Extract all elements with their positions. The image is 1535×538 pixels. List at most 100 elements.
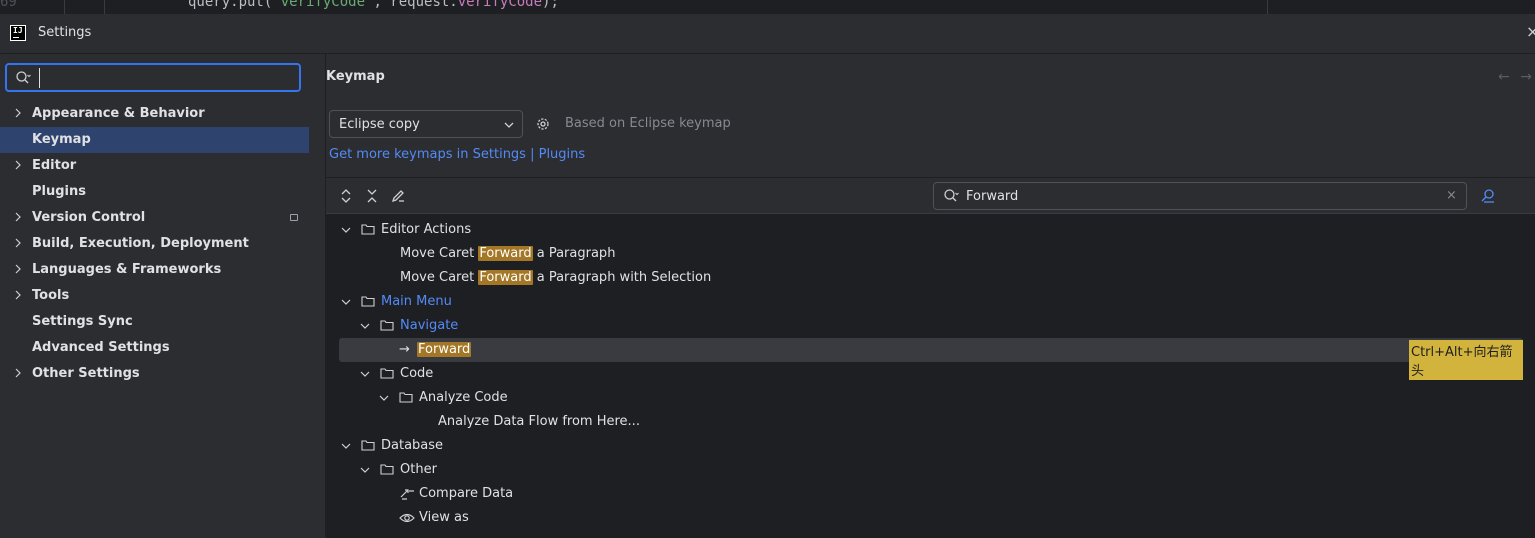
chevron-down-icon — [504, 122, 514, 128]
tree-row[interactable]: Compare Data — [326, 482, 1535, 506]
chevron-down-icon[interactable] — [341, 441, 351, 451]
tree-label: Compare Data — [419, 486, 514, 501]
line-number: 69 — [0, 0, 17, 10]
search-highlight: Forward — [417, 342, 472, 357]
sidebar-item-label: Version Control — [32, 210, 146, 225]
tree-row[interactable]: Move Caret Forward a Paragraph with Sele… — [326, 266, 1535, 290]
page-title: Keymap — [326, 69, 385, 84]
settings-sidebar: Appearance & Behavior Keymap Editor Plugins… — [0, 54, 309, 537]
sidebar-item-other-settings[interactable]: Other Settings — [0, 361, 309, 387]
chevron-down-icon[interactable] — [360, 369, 370, 379]
tree-row[interactable]: Navigate — [326, 314, 1535, 338]
tree-label: Code — [400, 366, 434, 381]
tree-label: Navigate — [400, 318, 459, 333]
sidebar-item-settings-sync[interactable]: Settings Sync — [0, 309, 309, 335]
keymap-panel: Keymap ← → Eclipse copy Based on Eclipse… — [326, 54, 1535, 538]
sidebar-item-label: Tools — [32, 288, 70, 303]
tree-row[interactable]: View as — [326, 506, 1535, 530]
close-button[interactable]: × — [1526, 22, 1535, 41]
edit-pencil-icon[interactable] — [390, 188, 406, 204]
sidebar-item-plugins[interactable]: Plugins — [0, 179, 309, 205]
chevron-down-icon[interactable] — [341, 225, 351, 235]
tree-row[interactable]: Code — [326, 362, 1535, 386]
chevron-down-icon[interactable] — [360, 321, 370, 331]
keymap-selected-value: Eclipse copy — [339, 117, 420, 132]
chevron-down-icon[interactable] — [341, 297, 351, 307]
tree-row[interactable]: Analyze Data Flow from Here... — [326, 410, 1535, 434]
chevron-right-icon[interactable] — [13, 160, 23, 170]
tree-row[interactable]: Other — [326, 458, 1535, 482]
sidebar-item-languages-and-frameworks[interactable]: Languages & Frameworks — [0, 257, 309, 283]
sidebar-item-label: Settings Sync — [32, 314, 133, 329]
search-icon — [16, 71, 31, 84]
sidebar-item-label: Other Settings — [32, 366, 140, 381]
dialog-titlebar: IJ Settings × — [0, 14, 1535, 54]
eye-icon — [399, 513, 415, 523]
back-arrow-icon[interactable]: ← — [1498, 69, 1510, 85]
project-scope-icon — [290, 214, 298, 221]
keymap-action-tree: Editor Actions Move Caret Forward a Para… — [326, 213, 1535, 538]
sidebar-item-editor[interactable]: Editor — [0, 153, 309, 179]
tree-row-selected[interactable]: → Forward Ctrl+Alt+向右箭头 — [339, 338, 1523, 380]
tree-label: Analyze Data Flow from Here... — [438, 414, 640, 429]
tree-label: Move Caret Forward a Paragraph with Sele… — [400, 270, 712, 285]
sidebar-item-label: Keymap — [32, 132, 91, 147]
sidebar-item-label: Editor — [32, 158, 77, 173]
keymap-dropdown[interactable]: Eclipse copy — [329, 110, 523, 138]
sidebar-item-label: Advanced Settings — [32, 340, 170, 355]
folder-icon — [380, 368, 394, 379]
folder-icon — [380, 464, 394, 475]
sidebar-item-appearance-and-behavior[interactable]: Appearance & Behavior — [0, 101, 309, 127]
sidebar-item-tools[interactable]: Tools — [0, 283, 309, 309]
sidebar-item-version-control[interactable]: Version Control — [0, 205, 309, 231]
chevron-down-icon[interactable] — [379, 393, 389, 403]
tree-label: Editor Actions — [381, 222, 472, 237]
tree-label: Other — [400, 462, 437, 477]
folder-icon — [380, 320, 394, 331]
collapse-all-icon[interactable] — [364, 188, 380, 204]
tree-row[interactable]: Move Caret Forward a Paragraph — [326, 242, 1535, 266]
settings-search-box[interactable] — [5, 63, 301, 92]
tree-row[interactable]: Editor Actions — [326, 218, 1535, 242]
forward-arrow-icon[interactable]: → — [1520, 69, 1532, 85]
folder-icon — [399, 392, 413, 403]
folder-icon — [361, 296, 375, 307]
gear-icon[interactable] — [535, 116, 551, 132]
action-filter-box[interactable]: × — [933, 182, 1467, 210]
tree-row[interactable]: Database — [326, 434, 1535, 458]
sidebar-item-label: Build, Execution, Deployment — [32, 236, 249, 251]
chevron-right-icon[interactable] — [13, 368, 23, 378]
find-by-shortcut-icon[interactable] — [1480, 188, 1496, 204]
clear-icon[interactable]: × — [1446, 188, 1457, 203]
folder-icon — [361, 440, 375, 451]
chevron-right-icon[interactable] — [13, 108, 23, 118]
sidebar-item-label: Appearance & Behavior — [32, 106, 205, 121]
chevron-right-icon[interactable] — [13, 238, 23, 248]
sidebar-item-keymap[interactable]: Keymap — [0, 127, 309, 153]
get-more-keymaps-link[interactable]: Get more keymaps in Settings | Plugins — [329, 147, 585, 162]
action-filter-input[interactable] — [966, 188, 1436, 205]
dialog-title: Settings — [38, 25, 92, 40]
tree-row[interactable]: Main Menu — [326, 290, 1535, 314]
history-nav: ← → — [1498, 69, 1532, 85]
tree-row[interactable]: Analyze Code — [326, 386, 1535, 410]
search-highlight: Forward — [478, 246, 533, 261]
settings-search-input[interactable] — [39, 68, 294, 88]
sidebar-item-advanced-settings[interactable]: Advanced Settings — [0, 335, 309, 361]
chevron-right-icon[interactable] — [13, 212, 23, 222]
compare-arrows-icon — [400, 489, 414, 500]
sidebar-item-label: Plugins — [32, 184, 86, 199]
search-icon — [944, 189, 959, 202]
arrow-right-icon: → — [399, 342, 410, 357]
sidebar-item-build-execution-deployment[interactable]: Build, Execution, Deployment — [0, 231, 309, 257]
tree-label: Move Caret Forward a Paragraph — [400, 246, 616, 261]
chevron-right-icon[interactable] — [13, 290, 23, 300]
sidebar-item-label: Languages & Frameworks — [32, 262, 222, 277]
chevron-right-icon[interactable] — [13, 264, 23, 274]
expand-all-icon[interactable] — [338, 188, 354, 204]
tree-label: Main Menu — [381, 294, 452, 309]
folder-icon — [361, 224, 375, 235]
chevron-down-icon[interactable] — [360, 465, 370, 475]
code-line: query.put("verifyCode", request.verifyCo… — [188, 0, 559, 10]
search-highlight: Forward — [478, 270, 533, 285]
